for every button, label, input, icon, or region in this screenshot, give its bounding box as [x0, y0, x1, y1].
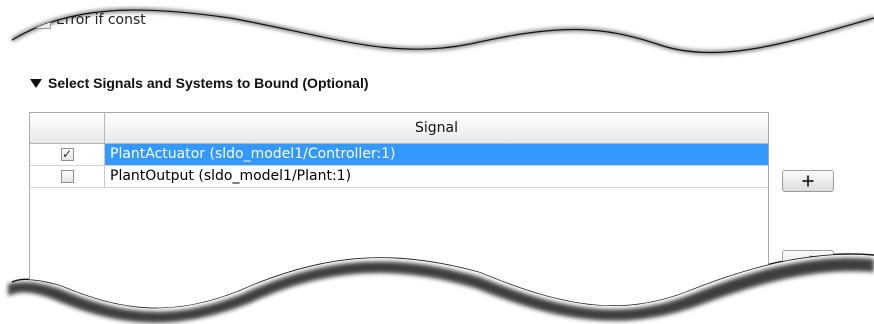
signal-cell: PlantOutput (sldo_model1/Plant:1)	[110, 168, 352, 184]
collapse-triangle-icon[interactable]	[30, 79, 42, 88]
row-checkbox-unchecked[interactable]	[61, 170, 74, 183]
section-title: Select Signals and Systems to Bound (Opt…	[48, 75, 369, 91]
signal-cell: PlantActuator (sldo_model1/Controller:1)	[110, 146, 396, 162]
table-header: Signal	[30, 113, 768, 144]
table-row[interactable]: ✓ PlantActuator (sldo_model1/Controller:…	[30, 144, 768, 166]
plus-icon	[801, 174, 815, 188]
row-check-cell: ✓	[30, 144, 105, 165]
row-check-cell	[30, 166, 105, 187]
section-header[interactable]: Select Signals and Systems to Bound (Opt…	[30, 75, 369, 91]
table-row[interactable]: PlantOutput (sldo_model1/Plant:1)	[30, 166, 768, 188]
column-header-signal[interactable]: Signal	[105, 113, 768, 143]
add-signal-button[interactable]	[782, 170, 834, 192]
row-checkbox-checked[interactable]: ✓	[61, 148, 74, 161]
column-header-check[interactable]	[30, 113, 105, 143]
